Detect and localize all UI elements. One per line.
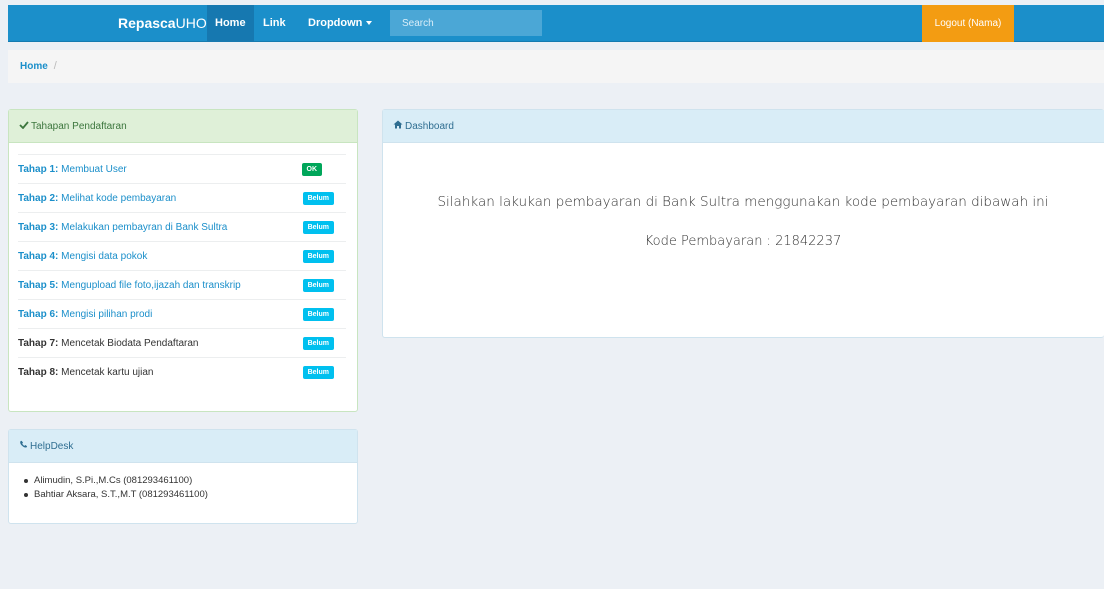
status-badge: Belum: [302, 366, 334, 379]
status-badge: Belum: [302, 192, 334, 205]
step-number: Tahap 8:: [18, 367, 59, 378]
step-number: Tahap 1:: [18, 164, 59, 175]
nav-home[interactable]: Home: [207, 5, 254, 42]
step-row[interactable]: Tahap 6: Mengisi pilihan prodi Belum: [18, 299, 346, 328]
step-row[interactable]: Tahap 3: Melakukan pembayran di Bank Sul…: [18, 212, 346, 241]
brand-thin: UHO: [175, 15, 207, 31]
dashboard-title: Dashboard: [405, 121, 454, 132]
list-item: Bahtiar Aksara, S.T.,M.T (081293461100): [24, 489, 208, 500]
step-text: Mengupload file foto,ijazah dan transkri…: [61, 280, 241, 291]
payment-code: Kode Pembayaran : 21842237: [644, 234, 842, 249]
step-row[interactable]: Tahap 5: Mengupload file foto,ijazah dan…: [18, 270, 346, 299]
nav-link[interactable]: Link: [255, 5, 294, 42]
phone-icon: [20, 440, 28, 448]
tahapan-heading: Tahapan Pendaftaran: [9, 110, 357, 143]
step-text: Melihat kode pembayaran: [61, 193, 177, 204]
step-number: Tahap 2:: [18, 193, 59, 204]
dashboard-panel: Dashboard: [382, 109, 1104, 338]
list-item: Alimudin, S.Pi.,M.Cs (081293461100): [24, 475, 208, 486]
step-text: Mengisi pilihan prodi: [61, 309, 153, 320]
step-row[interactable]: Tahap 2: Melihat kode pembayaran Belum: [18, 183, 346, 212]
logout-button[interactable]: Logout (Nama): [922, 5, 1014, 42]
breadcrumb-home[interactable]: Home: [20, 61, 48, 72]
step-number: Tahap 5:: [18, 280, 59, 291]
status-badge: Belum: [302, 250, 334, 263]
brand-bold: Repasca: [118, 15, 176, 31]
status-badge: Belum: [302, 221, 334, 234]
status-badge: Belum: [302, 279, 334, 292]
step-row: Tahap 7: Mencetak Biodata Pendaftaran Be…: [18, 328, 346, 357]
step-text: Mencetak Biodata Pendaftaran: [61, 338, 199, 349]
step-number: Tahap 6:: [18, 309, 59, 320]
step-text: Membuat User: [61, 164, 127, 175]
step-number: Tahap 7:: [18, 338, 59, 349]
step-text: Mengisi data pokok: [61, 251, 148, 262]
step-row: Tahap 8: Mencetak kartu ujian Belum: [18, 357, 346, 386]
helpdesk-title: HelpDesk: [30, 441, 74, 452]
breadcrumb: Home /: [8, 50, 1104, 83]
search-input[interactable]: [390, 10, 542, 36]
step-row[interactable]: Tahap 4: Mengisi data pokok Belum: [18, 241, 346, 270]
steps-list: Tahap 1: Membuat User OK Tahap 2: Meliha…: [18, 154, 346, 386]
check-icon: [19, 121, 29, 129]
dashboard-heading: Dashboard: [383, 110, 1104, 143]
status-badge: Belum: [302, 337, 334, 350]
step-number: Tahap 4:: [18, 251, 59, 262]
step-text: Mencetak kartu ujian: [61, 367, 154, 378]
breadcrumb-separator: /: [53, 60, 57, 72]
tahapan-title: Tahapan Pendaftaran: [31, 121, 127, 132]
status-badge: Belum: [302, 308, 334, 321]
step-number: Tahap 3:: [18, 222, 59, 233]
step-text: Melakukan pembayran di Bank Sultra: [61, 222, 228, 233]
status-badge: OK: [301, 163, 322, 176]
nav-dropdown-label: Dropdown: [308, 17, 363, 29]
payment-message: Silahkan lakukan pembayaran di Bank Sult…: [437, 194, 1049, 210]
nav-dropdown[interactable]: Dropdown: [300, 5, 380, 42]
step-row[interactable]: Tahap 1: Membuat User OK: [18, 154, 346, 183]
home-icon: [393, 120, 403, 129]
helpdesk-heading: HelpDesk: [9, 430, 357, 463]
top-navbar: RepascaUHO Home Link Dropdown Logout (Na…: [8, 5, 1104, 42]
helpdesk-contacts: Alimudin, S.Pi.,M.Cs (081293461100) Baht…: [24, 475, 208, 503]
caret-down-icon: [366, 21, 373, 26]
brand-logo[interactable]: RepascaUHO: [118, 5, 207, 42]
